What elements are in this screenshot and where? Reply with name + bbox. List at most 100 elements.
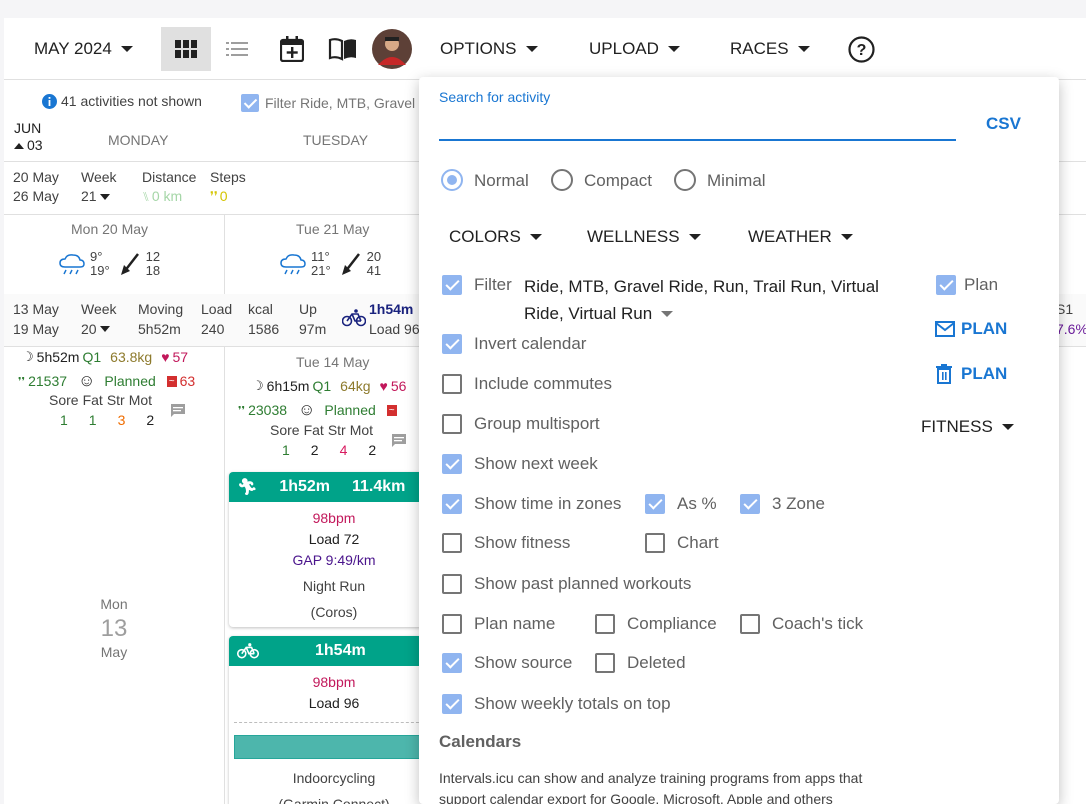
month-selector[interactable]: MAY 2024 — [34, 18, 133, 80]
show-next-week-checkbox[interactable] — [442, 454, 462, 474]
calendar-filter-toggle[interactable]: Filter Ride, MTB, Gravel — [241, 94, 415, 112]
library-button[interactable] — [328, 18, 358, 80]
compliance-label: Compliance — [627, 614, 717, 633]
load-value: 240 — [201, 321, 225, 337]
grid-view-button[interactable] — [161, 27, 211, 71]
temp-high: 11° — [311, 249, 330, 264]
activity-source: (Garmin Connect) — [278, 796, 390, 804]
fitness-dropdown[interactable]: FITNESS — [921, 417, 1014, 437]
week-distance: Distance ⑊ 0 km — [142, 168, 196, 206]
include-commutes-checkbox[interactable] — [442, 374, 462, 394]
week-num-value: 21 — [81, 188, 97, 204]
comment-icon[interactable] — [170, 403, 186, 419]
activity-load: Load 72 — [308, 531, 360, 547]
coach-tick-checkbox[interactable] — [740, 614, 760, 634]
activity-card-ride[interactable]: 1h54m 98bpm Load 96 Indoorcycling (Garmi… — [229, 636, 429, 804]
mode-compact-radio[interactable] — [551, 169, 573, 191]
load-label: Load — [201, 301, 233, 317]
help-button[interactable]: ? — [848, 18, 875, 80]
week-label: Week — [81, 169, 117, 185]
upload-label: UPLOAD — [589, 39, 659, 58]
chart-checkbox[interactable] — [645, 533, 665, 553]
week-end-date: 19 May — [13, 321, 59, 337]
hrv-icon: ~ — [386, 404, 397, 416]
week-fitness-partial: S1 7.6% — [1056, 299, 1086, 339]
hidden-activities-text: 41 activities not shown — [61, 93, 202, 109]
week-number[interactable]: Week 20 — [81, 299, 117, 339]
calendars-heading: Calendars — [439, 732, 522, 751]
chevron-down-icon — [99, 326, 110, 332]
activity-card-run[interactable]: 🏃︎ 1h52m 11.4km 98bpm Load 72 GAP 9:49/k… — [229, 472, 429, 627]
card-divider — [234, 722, 424, 723]
jump-to-month[interactable]: JUN 03 — [14, 120, 43, 154]
plan-name-checkbox[interactable] — [442, 614, 462, 634]
week-num-value: 20 — [81, 321, 97, 337]
plan-label: Plan — [964, 275, 999, 294]
filter-checkbox[interactable] — [241, 94, 259, 112]
activity-duration: 1h54m — [315, 642, 366, 659]
metric-label-motivation: Mot — [128, 392, 153, 408]
week-number[interactable]: Week 21 — [81, 168, 117, 206]
metric-label-motivation: Mot — [349, 422, 374, 438]
delete-plan-label: PLAN — [961, 364, 1008, 383]
wellness-dropdown[interactable]: WELLNESS — [587, 227, 701, 247]
races-label: RACES — [730, 39, 789, 58]
colors-label: COLORS — [449, 227, 521, 246]
week-ride-summary: 1h54m Load 96 — [369, 299, 420, 339]
past-planned-label: Show past planned workouts — [474, 574, 692, 593]
footsteps-icon: ❜❜ — [210, 189, 218, 203]
filter-types-select[interactable]: Ride, MTB, Gravel Ride, Run, Trail Run, … — [524, 273, 879, 327]
day-label-mon-20: Mon 20 May — [71, 221, 149, 237]
comment-icon[interactable] — [391, 433, 407, 449]
month-label: MAY 2024 — [34, 39, 112, 58]
colors-dropdown[interactable]: COLORS — [449, 227, 542, 247]
mode-normal-radio[interactable] — [441, 169, 463, 191]
races-menu[interactable]: RACES — [730, 18, 810, 80]
deleted-checkbox[interactable] — [595, 653, 615, 673]
past-planned-checkbox[interactable] — [442, 574, 462, 594]
wellness-metric-labels: Sore Fat Str Mot — [270, 422, 373, 438]
day-number: 13 — [100, 615, 128, 642]
delete-plan-button[interactable]: PLAN — [935, 364, 1007, 384]
compliance-checkbox[interactable] — [595, 614, 615, 634]
resting-hr: 57 — [172, 349, 189, 365]
search-input[interactable] — [439, 109, 956, 141]
email-plan-button[interactable]: PLAN — [935, 319, 1007, 339]
resting-hr: 56 — [390, 378, 407, 394]
three-zone-checkbox[interactable] — [740, 494, 760, 514]
csv-button[interactable]: CSV — [986, 114, 1021, 134]
filter-checkbox[interactable] — [442, 275, 462, 295]
day-header-tuesday: TUESDAY — [303, 132, 369, 148]
invert-calendar-checkbox[interactable] — [442, 334, 462, 354]
activity-gap: GAP 9:49/km — [292, 552, 376, 568]
activity-load: Load 96 — [308, 695, 360, 711]
show-source-checkbox[interactable] — [442, 653, 462, 673]
day-dow: Mon — [100, 596, 128, 612]
three-zone-label: 3 Zone — [772, 494, 825, 513]
activity-name: Indoorcycling — [292, 770, 376, 786]
kcal-label: kcal — [248, 301, 273, 317]
activity-hr: 98bpm — [312, 674, 356, 690]
kcal-value: 1586 — [248, 321, 280, 337]
filter-types-line2: Ride, Virtual Run — [524, 304, 653, 323]
day-month: May — [100, 644, 128, 660]
search-label: Search for activity — [439, 89, 551, 105]
avatar-image — [372, 29, 412, 69]
activity-hr: 98bpm — [312, 510, 356, 526]
plan-checkbox[interactable] — [936, 275, 956, 295]
options-menu[interactable]: OPTIONS — [440, 18, 538, 80]
heart-icon: ♥ — [161, 349, 170, 365]
weather-dropdown[interactable]: WEATHER — [748, 227, 853, 247]
as-percent-checkbox[interactable] — [645, 494, 665, 514]
weekly-totals-checkbox[interactable] — [442, 694, 462, 714]
mode-minimal-radio[interactable] — [674, 169, 696, 191]
list-view-button[interactable] — [212, 27, 262, 71]
add-event-button[interactable] — [280, 18, 304, 80]
moving-value: 5h52m — [138, 321, 181, 337]
show-time-in-zones-checkbox[interactable] — [442, 494, 462, 514]
email-plan-label: PLAN — [961, 319, 1008, 338]
avatar[interactable] — [372, 18, 412, 80]
upload-menu[interactable]: UPLOAD — [589, 18, 680, 80]
group-multisport-checkbox[interactable] — [442, 414, 462, 434]
show-fitness-checkbox[interactable] — [442, 533, 462, 553]
